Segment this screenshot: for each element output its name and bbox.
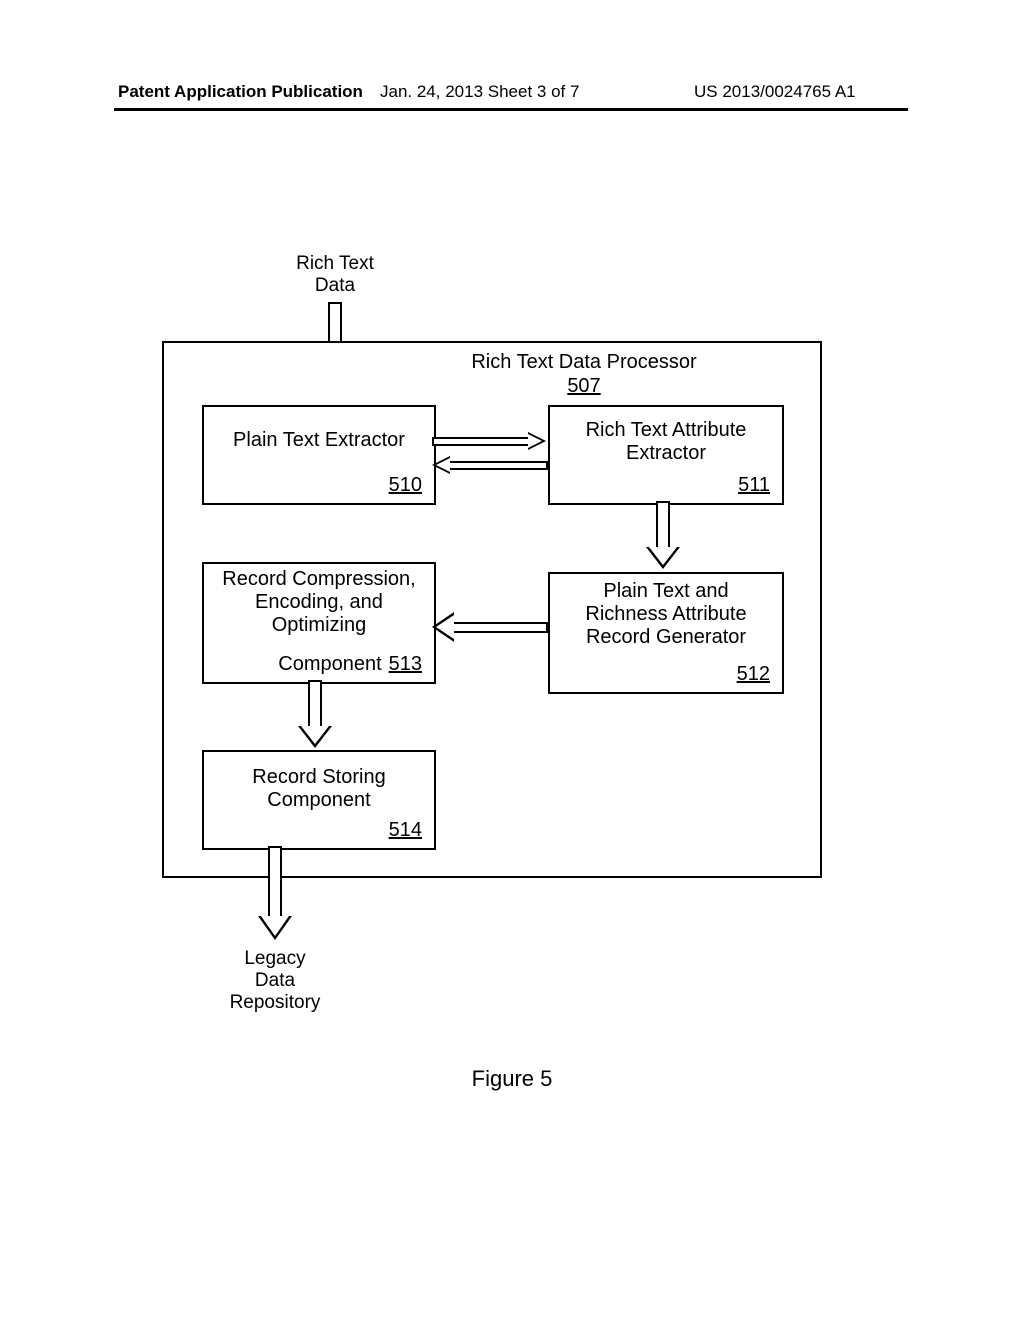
header-mid: Jan. 24, 2013 Sheet 3 of 7	[380, 82, 579, 102]
store-line1: Record Storing	[204, 766, 434, 789]
record-gen-line3: Record Generator	[550, 626, 782, 649]
page: Patent Application Publication Jan. 24, …	[0, 0, 1024, 1320]
header-right: US 2013/0024765 A1	[694, 82, 856, 102]
store-line2: Component	[204, 789, 434, 812]
processor-ref: 507	[374, 375, 794, 398]
record-gen-ref: 512	[737, 663, 770, 686]
compress-line1: Record Compression,	[204, 568, 434, 591]
input-label-line2: Data	[275, 275, 395, 297]
rich-text-attribute-extractor: Rich Text Attribute Extractor 511	[548, 405, 784, 505]
output-line1: Legacy	[210, 948, 340, 970]
output-label: Legacy Data Repository	[210, 948, 340, 1014]
plain-text-extractor: Plain Text Extractor 510	[202, 405, 436, 505]
plain-text-extractor-ref: 510	[389, 474, 422, 497]
compress-ref: 513	[389, 653, 422, 676]
arrow-513-to-514	[298, 680, 332, 750]
record-storing: Record Storing Component 514	[202, 750, 436, 850]
store-ref: 514	[389, 819, 422, 842]
compress-line3: Optimizing	[204, 614, 434, 637]
arrow-510-to-511	[432, 432, 548, 450]
compress-line4: Component	[256, 653, 381, 675]
record-gen-line1: Plain Text and	[550, 580, 782, 603]
header-rule	[114, 108, 908, 111]
rich-attr-line1: Rich Text Attribute	[550, 419, 782, 442]
input-label-line1: Rich Text	[275, 253, 395, 275]
compress-line2: Encoding, and	[204, 591, 434, 614]
figure-caption: Figure 5	[0, 1066, 1024, 1092]
rich-attr-line2: Extractor	[550, 442, 782, 465]
arrow-512-to-513	[432, 612, 548, 642]
processor-title: Rich Text Data Processor	[374, 351, 794, 374]
arrow-514-to-output	[258, 846, 292, 942]
record-gen-line2: Richness Attribute	[550, 603, 782, 626]
record-generator: Plain Text and Richness Attribute Record…	[548, 572, 784, 694]
output-line2: Data	[210, 970, 340, 992]
arrow-511-to-512	[646, 501, 680, 571]
rich-attr-ref: 511	[738, 474, 770, 497]
record-compression: Record Compression, Encoding, and Optimi…	[202, 562, 436, 684]
output-line3: Repository	[210, 992, 340, 1014]
input-label: Rich Text Data	[275, 253, 395, 297]
header-left: Patent Application Publication	[118, 82, 363, 102]
arrow-511-to-510	[432, 456, 548, 474]
plain-text-extractor-title: Plain Text Extractor	[204, 429, 434, 452]
